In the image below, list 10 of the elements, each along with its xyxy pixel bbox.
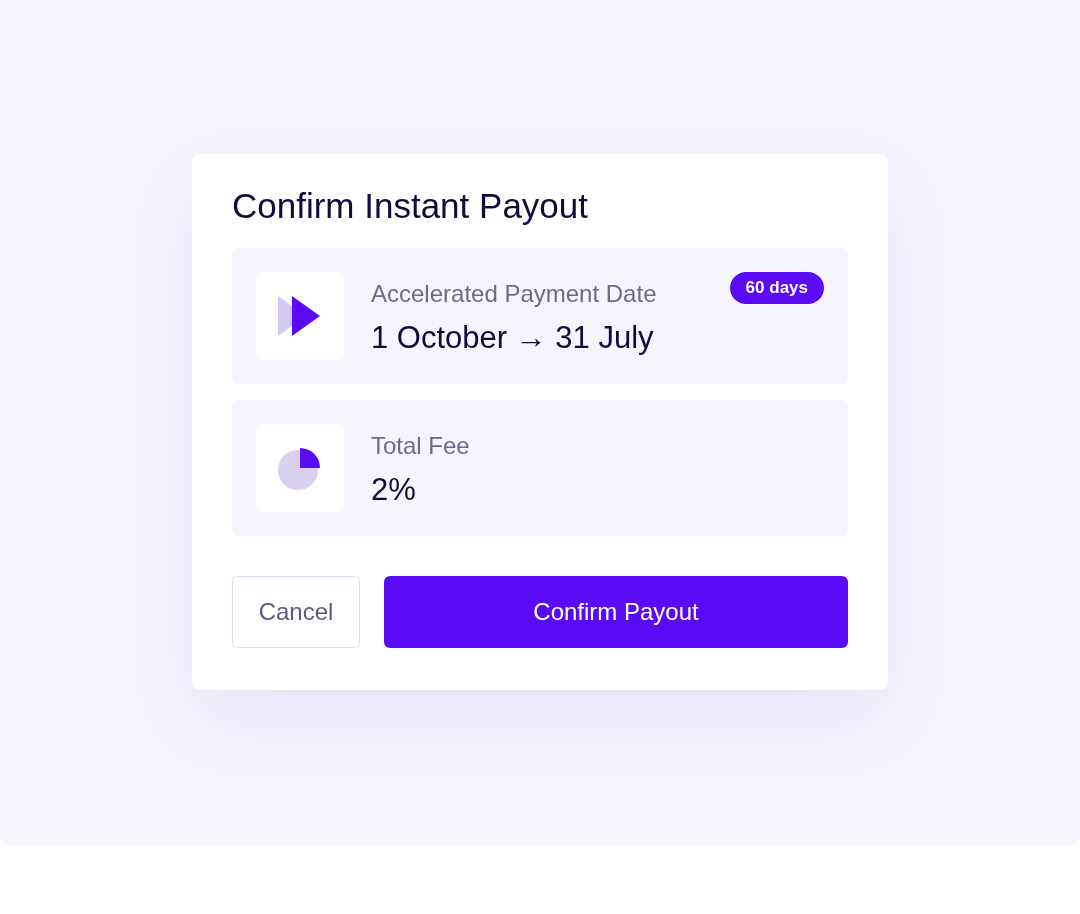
item-label: Accelerated Payment Date [371,280,657,308]
confirm-button[interactable]: Confirm Payout [384,576,848,648]
days-badge: 60 days [729,272,824,304]
item-value: 1 October → 31 July [371,320,655,356]
item-label: Total Fee [371,432,470,460]
play-icon [278,296,322,336]
pie-chart-icon [278,446,322,490]
dialog-title: Confirm Instant Payout [232,186,588,226]
cancel-button[interactable]: Cancel [232,576,360,648]
item-value: 2% [371,472,417,508]
